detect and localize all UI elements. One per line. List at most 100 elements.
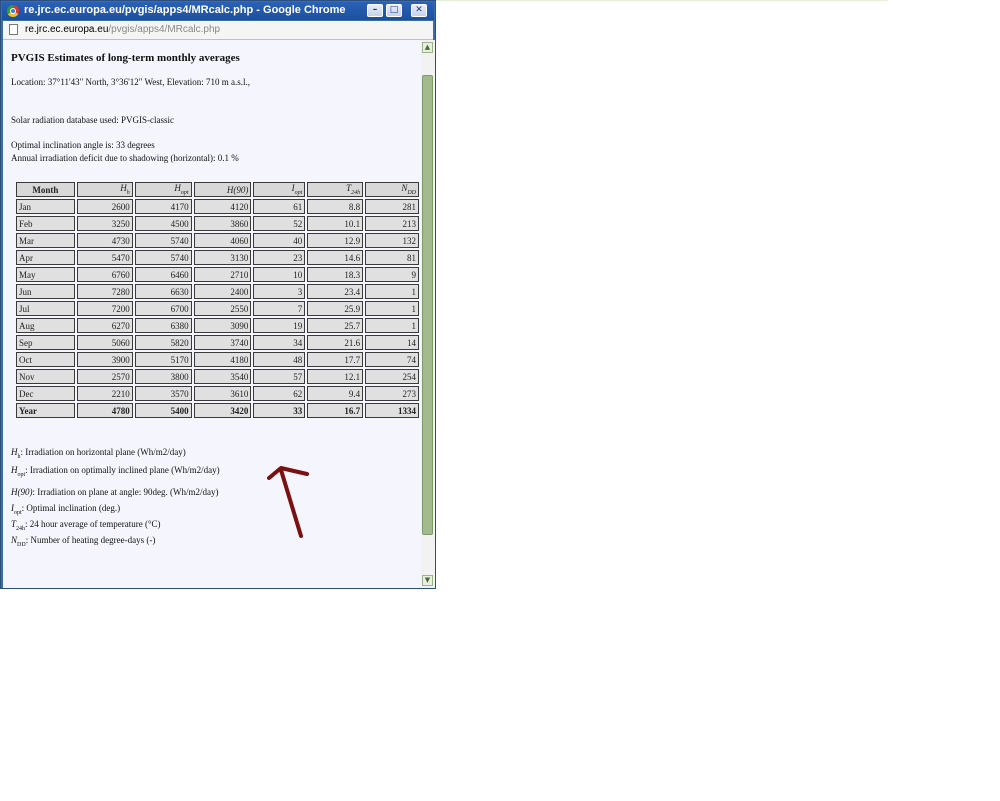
legend-hh-text: : Irradiation on horizontal plane (Wh/m2… xyxy=(20,447,186,457)
value-cell: 7280 xyxy=(76,284,133,299)
value-cell: 1 xyxy=(365,318,419,333)
col-header-iopt: Iopt xyxy=(253,182,306,197)
month-cell: Jul xyxy=(16,301,75,316)
table-row: Nov 2570 3800 3540 57 12.1 254 xyxy=(16,369,419,384)
month-cell: Jan xyxy=(16,199,75,214)
url-host: re.jrc.ec.europa.eu xyxy=(25,24,109,35)
value-cell: 6630 xyxy=(134,284,192,299)
value-cell: 61 xyxy=(253,199,306,214)
table-row: May 6760 6460 2710 10 18.3 9 xyxy=(16,267,419,282)
month-cell: Apr xyxy=(16,250,75,265)
value-cell: 10 xyxy=(253,267,306,282)
page-icon xyxy=(9,24,18,35)
value-cell: 3740 xyxy=(193,335,252,350)
browser-window: re.jrc.ec.europa.eu/pvgis/apps4/MRcalc.p… xyxy=(0,0,436,589)
value-cell: 4060 xyxy=(193,233,252,248)
month-cell: Sep xyxy=(16,335,75,350)
table-row: Aug 6270 6380 3090 19 25.7 1 xyxy=(16,318,419,333)
value-cell: 17.7 xyxy=(307,352,364,367)
value-cell: 2710 xyxy=(193,267,252,282)
address-bar[interactable]: re.jrc.ec.europa.eu/pvgis/apps4/MRcalc.p… xyxy=(3,21,433,40)
value-cell: 4180 xyxy=(193,352,252,367)
value-cell: 213 xyxy=(365,216,419,231)
value-cell: 3860 xyxy=(193,216,252,231)
value-cell: 57 xyxy=(253,369,306,384)
value-cell: 2550 xyxy=(193,301,252,316)
value-cell: 254 xyxy=(365,369,419,384)
value-cell: 6270 xyxy=(76,318,133,333)
page-heading: PVGIS Estimates of long-term monthly ave… xyxy=(11,52,240,64)
value-cell: 273 xyxy=(365,386,419,401)
chrome-logo-icon xyxy=(7,5,19,17)
value-cell: 4120 xyxy=(193,199,252,214)
value-cell: 25.9 xyxy=(307,301,364,316)
table-row: Sep 5060 5820 3740 34 21.6 14 xyxy=(16,335,419,350)
col-header-ndd: NDD xyxy=(365,182,419,197)
month-cell: Dec xyxy=(16,386,75,401)
scroll-down-arrow-icon[interactable]: ▼ xyxy=(422,575,433,586)
value-cell: 14.6 xyxy=(307,250,364,265)
scroll-up-arrow-icon[interactable]: ▲ xyxy=(422,42,433,53)
value-cell: 16.7 xyxy=(307,403,364,418)
value-cell: 3420 xyxy=(193,403,252,418)
close-button[interactable]: ✕ xyxy=(411,4,427,17)
value-cell: 1 xyxy=(365,284,419,299)
red-arrow-annotation xyxy=(267,466,309,538)
value-cell: 7200 xyxy=(76,301,133,316)
legend-iopt: Iopt: Optimal inclination (deg.) xyxy=(11,503,121,516)
value-cell: 5060 xyxy=(76,335,133,350)
scrollbar-thumb[interactable] xyxy=(422,75,433,535)
value-cell: 2210 xyxy=(76,386,133,401)
month-cell: Oct xyxy=(16,352,75,367)
table-row: Jul 7200 6700 2550 7 25.9 1 xyxy=(16,301,419,316)
month-cell: Mar xyxy=(16,233,75,248)
table-header-row: Month Hh Hopt H(90) Iopt T24h NDD xyxy=(16,182,419,197)
value-cell: 18.3 xyxy=(307,267,364,282)
value-cell: 3800 xyxy=(134,369,192,384)
value-cell: 74 xyxy=(365,352,419,367)
month-cell: Jun xyxy=(16,284,75,299)
value-cell: 5470 xyxy=(76,250,133,265)
value-cell: 23.4 xyxy=(307,284,364,299)
value-cell: 81 xyxy=(365,250,419,265)
value-cell: 2600 xyxy=(76,199,133,214)
value-cell: 21.6 xyxy=(307,335,364,350)
minimize-button[interactable]: – xyxy=(367,4,383,17)
value-cell: 4170 xyxy=(134,199,192,214)
value-cell: 33 xyxy=(253,403,306,418)
table-row: Apr 5470 5740 3130 23 14.6 81 xyxy=(16,250,419,265)
value-cell: 1 xyxy=(365,301,419,316)
database-text: Solar radiation database used: PVGIS-cla… xyxy=(11,115,174,125)
vertical-scrollbar[interactable]: ▲ ▼ xyxy=(421,40,435,588)
value-cell: 10.1 xyxy=(307,216,364,231)
value-cell: 3130 xyxy=(193,250,252,265)
optimal-angle-text: Optimal inclination angle is: 33 degrees xyxy=(11,140,155,150)
value-cell: 5740 xyxy=(134,233,192,248)
value-cell: 6760 xyxy=(76,267,133,282)
value-cell: 5170 xyxy=(134,352,192,367)
maximize-button[interactable]: □ xyxy=(386,4,402,17)
month-cell: Nov xyxy=(16,369,75,384)
value-cell: 8.8 xyxy=(307,199,364,214)
value-cell: 12.9 xyxy=(307,233,364,248)
legend-hopt: Hopt: Irradiation on optimally inclined … xyxy=(11,465,220,478)
col-header-t24h: T24h xyxy=(307,182,364,197)
location-text: Location: 37°11'43" North, 3°36'12" West… xyxy=(11,77,251,87)
value-cell: 3540 xyxy=(193,369,252,384)
url-text[interactable]: re.jrc.ec.europa.eu/pvgis/apps4/MRcalc.p… xyxy=(25,24,220,35)
value-cell: 7 xyxy=(253,301,306,316)
title-bar[interactable]: re.jrc.ec.europa.eu/pvgis/apps4/MRcalc.p… xyxy=(2,2,434,20)
month-cell: May xyxy=(16,267,75,282)
table-body: Jan 2600 4170 4120 61 8.8 281 Feb 3250 4500 3860 52… xyxy=(16,199,419,418)
legend-h90-text: : Irradiation on plane at angle: 90deg. … xyxy=(32,487,219,497)
value-cell: 3250 xyxy=(76,216,133,231)
month-cell: Aug xyxy=(16,318,75,333)
value-cell: 2570 xyxy=(76,369,133,384)
legend-t24h: T24h: 24 hour average of temperature (°C… xyxy=(11,519,161,532)
table-row: Oct 3900 5170 4180 48 17.7 74 xyxy=(16,352,419,367)
window-title: re.jrc.ec.europa.eu/pvgis/apps4/MRcalc.p… xyxy=(24,4,346,16)
value-cell: 4780 xyxy=(76,403,133,418)
legend-ndd: NDD: Number of heating degree-days (-) xyxy=(11,535,156,548)
legend-h90: H(90): Irradiation on plane at angle: 90… xyxy=(11,487,219,497)
value-cell: 23 xyxy=(253,250,306,265)
